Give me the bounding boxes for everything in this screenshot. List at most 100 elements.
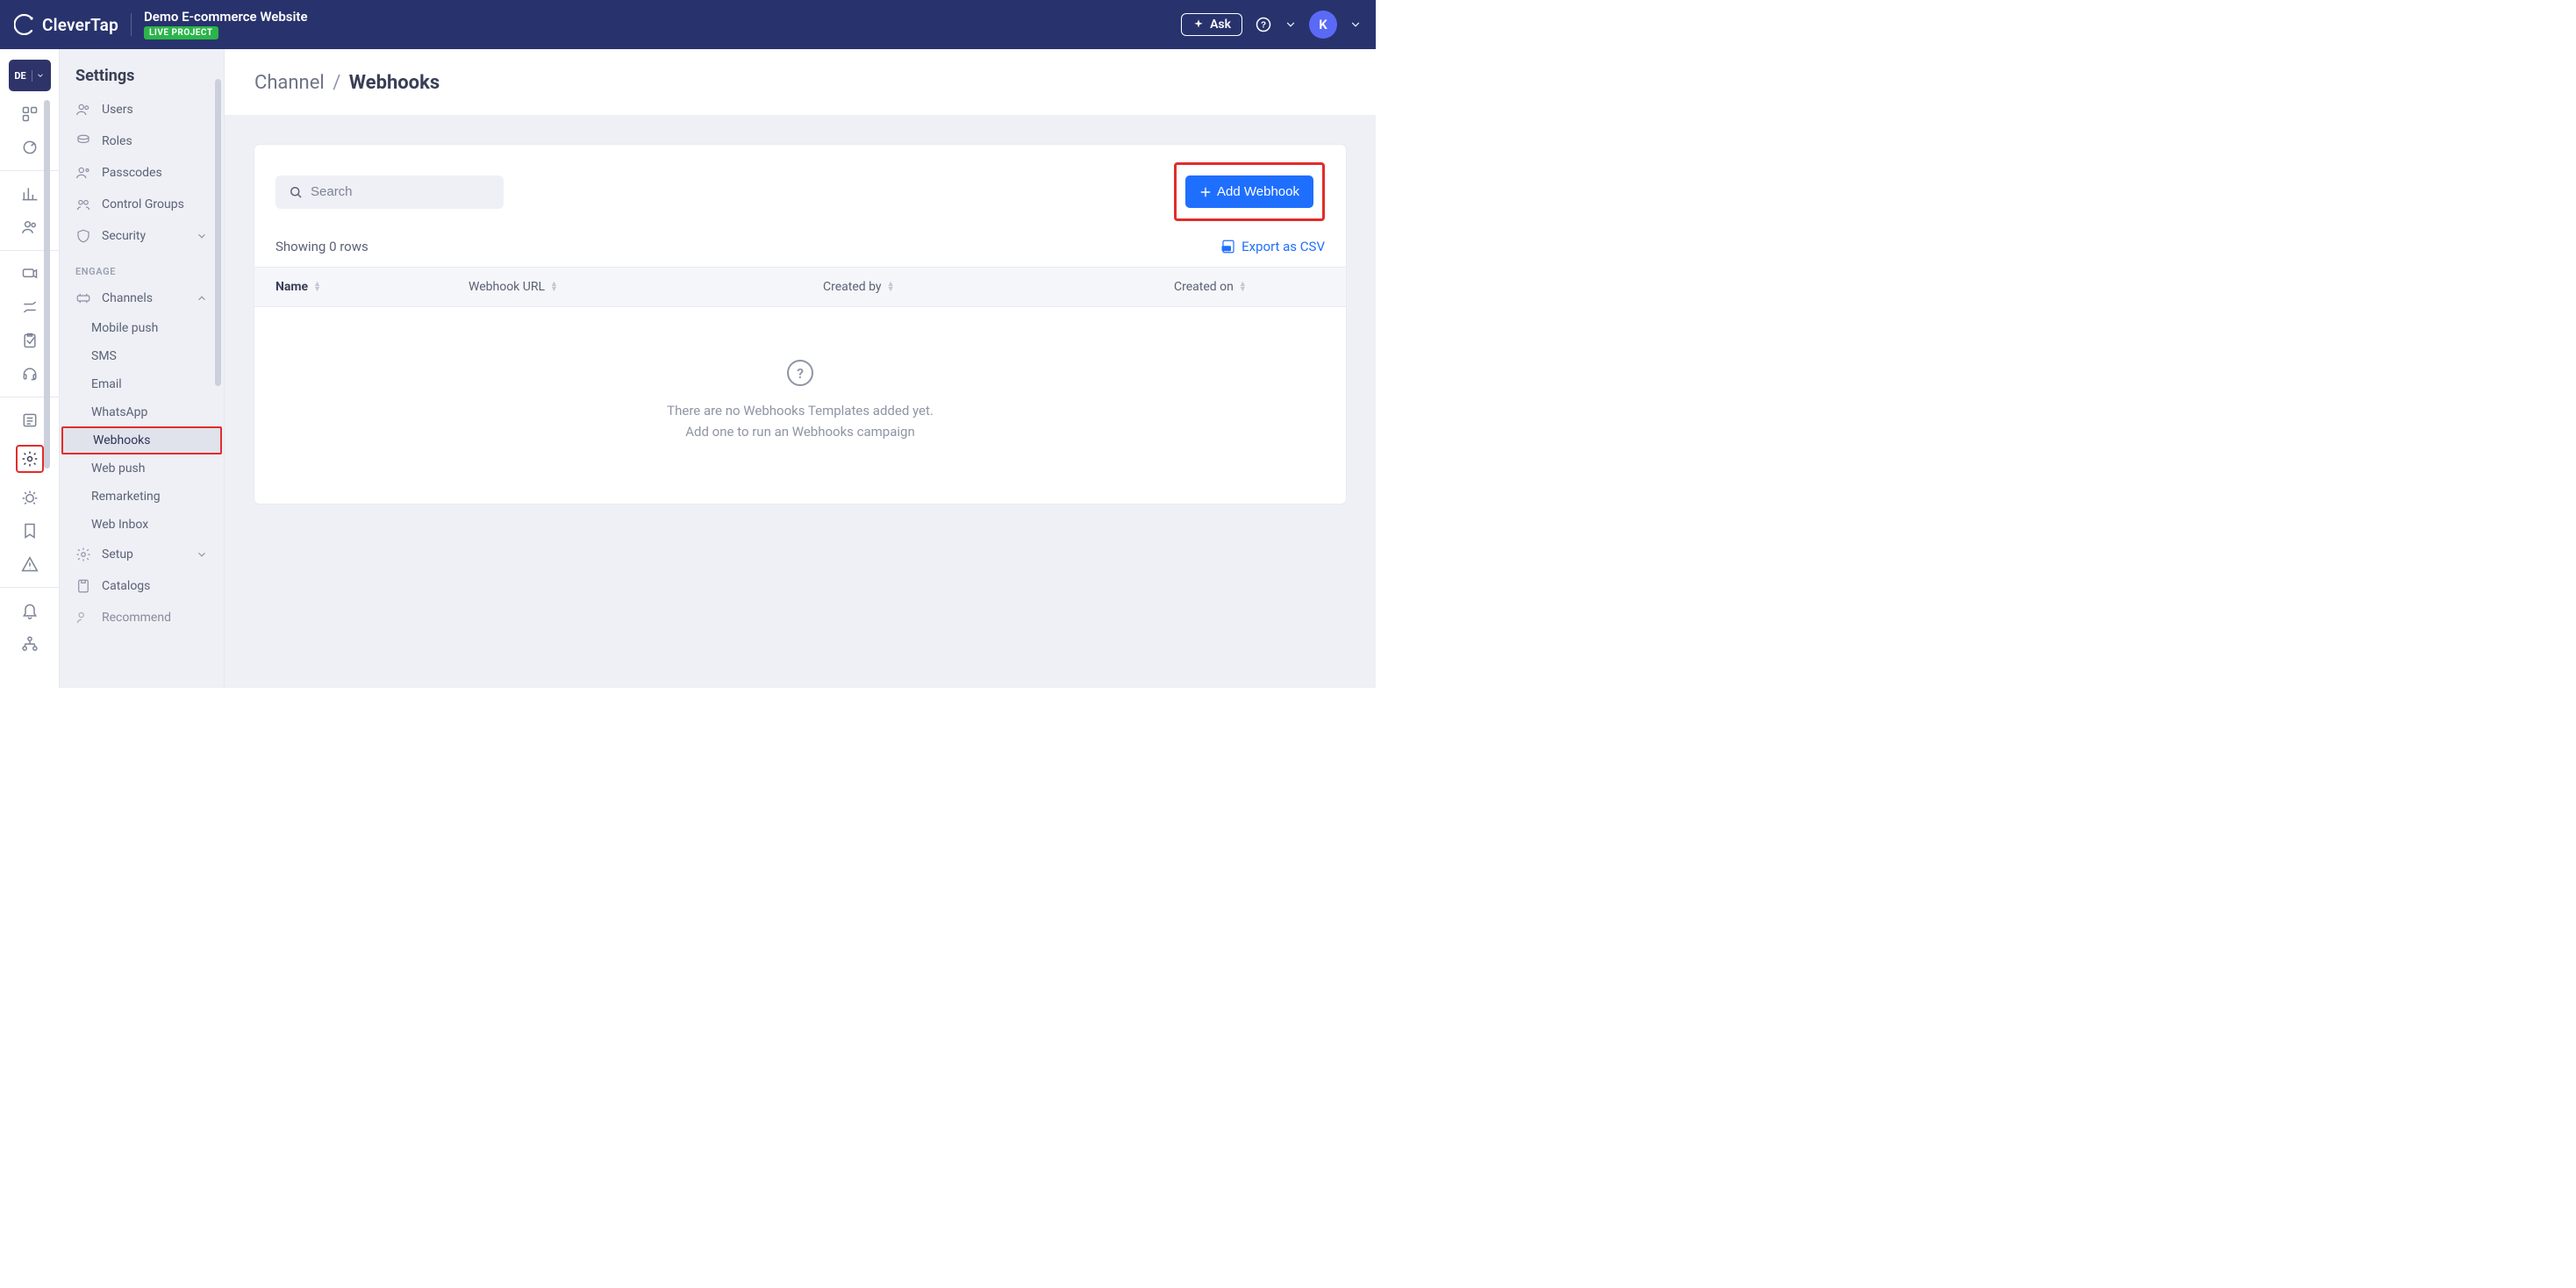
sidebar-item-roles[interactable]: Roles <box>60 125 224 157</box>
settings-sidebar: Settings Users Roles Passcodes Control G… <box>60 49 225 688</box>
avatar-chevron-icon[interactable] <box>1349 18 1362 31</box>
bell-icon[interactable] <box>21 602 39 619</box>
bookmark-icon[interactable] <box>21 522 39 540</box>
settings-rail-highlight <box>16 445 44 473</box>
segments-icon[interactable] <box>21 218 39 236</box>
column-url[interactable]: Webhook URL ▲▼ <box>447 268 802 306</box>
add-webhook-button[interactable]: Add Webhook <box>1185 175 1313 208</box>
sidebar-scrollbar[interactable] <box>215 79 221 386</box>
webhooks-card: Add Webhook Showing 0 rows CSV Export as… <box>254 145 1346 504</box>
sidebar-sub-sms[interactable]: SMS <box>60 342 224 370</box>
export-csv-label: Export as CSV <box>1241 239 1325 254</box>
search-icon <box>288 184 304 200</box>
control-groups-icon <box>75 197 91 212</box>
alert-icon[interactable] <box>21 555 39 573</box>
sidebar-item-label: Recommend <box>102 611 171 625</box>
passcodes-icon <box>75 165 91 181</box>
brand-logo[interactable]: CleverTap <box>14 14 118 35</box>
column-label: Name <box>275 280 308 294</box>
empty-line-1: There are no Webhooks Templates added ye… <box>254 400 1346 421</box>
sort-icon: ▲▼ <box>550 282 558 292</box>
ask-label: Ask <box>1210 18 1231 32</box>
export-csv-link[interactable]: CSV Export as CSV <box>1220 239 1325 254</box>
chevron-down-icon <box>196 230 208 242</box>
sidebar-sub-mobile-push[interactable]: Mobile push <box>60 314 224 342</box>
sidebar-item-setup[interactable]: Setup <box>60 539 224 570</box>
sidebar-item-passcodes[interactable]: Passcodes <box>60 157 224 189</box>
search-input[interactable] <box>311 184 491 199</box>
sidebar-item-label: Catalogs <box>102 579 150 593</box>
sidebar-item-recommend[interactable]: Recommend <box>60 602 224 633</box>
sidebar-sub-web-inbox[interactable]: Web Inbox <box>60 511 224 539</box>
catalogs-icon <box>75 578 91 594</box>
roles-icon <box>75 133 91 149</box>
sidebar-section-engage: ENGAGE <box>60 252 224 283</box>
chevron-down-icon <box>32 71 48 80</box>
sort-icon: ▲▼ <box>313 282 321 292</box>
sidebar-sub-webhooks[interactable]: Webhooks <box>61 426 222 454</box>
avatar-initial: K <box>1319 17 1327 32</box>
sort-icon: ▲▼ <box>1239 282 1247 292</box>
sidebar-item-users[interactable]: Users <box>60 94 224 125</box>
sidebar-sub-web-push[interactable]: Web push <box>60 454 224 483</box>
help-icon[interactable]: ? <box>1255 16 1272 33</box>
sidebar-item-label: Users <box>102 103 133 117</box>
showing-rows: Showing 0 rows <box>275 239 369 254</box>
question-icon: ? <box>787 360 813 386</box>
shield-icon <box>75 228 91 244</box>
chevron-up-icon <box>196 292 208 304</box>
rail-scrollbar[interactable] <box>44 100 50 469</box>
divider <box>131 13 132 36</box>
debug-icon[interactable] <box>21 489 39 506</box>
breadcrumb-separator: / <box>333 72 340 94</box>
analytics-icon[interactable] <box>21 185 39 203</box>
sort-icon: ▲▼ <box>887 282 895 292</box>
recommend-icon <box>75 610 91 626</box>
journeys-icon[interactable] <box>21 298 39 316</box>
live-badge: LIVE PROJECT <box>144 26 218 39</box>
chevron-down-icon <box>196 548 208 561</box>
empty-state: ? There are no Webhooks Templates added … <box>254 307 1346 504</box>
content-icon[interactable] <box>21 411 39 429</box>
sidebar-item-security[interactable]: Security <box>60 220 224 252</box>
headset-icon[interactable] <box>21 365 39 383</box>
clipboard-icon[interactable] <box>21 332 39 349</box>
project-code-switcher[interactable]: DE <box>9 60 51 91</box>
project-title: Demo E-commerce Website <box>144 10 308 25</box>
sidebar-sub-remarketing[interactable]: Remarketing <box>60 483 224 511</box>
sparkle-icon <box>1192 18 1205 31</box>
project-selector[interactable]: Demo E-commerce Website LIVE PROJECT <box>144 10 308 40</box>
search-field[interactable] <box>275 175 504 209</box>
gear-icon <box>75 547 91 562</box>
breadcrumb-parent[interactable]: Channel <box>254 72 325 94</box>
target-icon[interactable] <box>21 139 39 156</box>
plus-icon <box>1199 186 1212 198</box>
sidebar-sub-whatsapp[interactable]: WhatsApp <box>60 398 224 426</box>
sidebar-item-label: Setup <box>102 547 133 562</box>
sidebar-item-catalogs[interactable]: Catalogs <box>60 570 224 602</box>
add-webhook-label: Add Webhook <box>1217 184 1299 199</box>
svg-text:CSV: CSV <box>1222 247 1230 251</box>
boards-icon[interactable] <box>21 105 39 123</box>
org-icon[interactable] <box>21 635 39 653</box>
column-created-by[interactable]: Created by ▲▼ <box>802 268 1153 306</box>
sidebar-item-label: Control Groups <box>102 197 184 211</box>
main-content: Channel / Webhooks Add Webhook <box>225 49 1376 688</box>
ask-button[interactable]: Ask <box>1181 13 1242 36</box>
column-label: Webhook URL <box>469 280 545 294</box>
chevron-down-icon[interactable] <box>1284 18 1297 31</box>
column-created-on[interactable]: Created on ▲▼ <box>1153 268 1346 306</box>
column-name[interactable]: Name ▲▼ <box>254 268 447 306</box>
gear-icon[interactable] <box>21 450 39 468</box>
brand-swoosh-icon <box>14 14 35 35</box>
brand-name: CleverTap <box>42 15 118 35</box>
avatar[interactable]: K <box>1309 11 1337 39</box>
top-nav: CleverTap Demo E-commerce Website LIVE P… <box>0 0 1376 49</box>
sidebar-item-label: Channels <box>102 291 153 305</box>
campaigns-icon[interactable] <box>21 265 39 283</box>
sidebar-item-control-groups[interactable]: Control Groups <box>60 189 224 220</box>
sidebar-item-channels[interactable]: Channels <box>60 283 224 314</box>
breadcrumb: Channel / Webhooks <box>225 49 1376 115</box>
users-icon <box>75 102 91 118</box>
sidebar-sub-email[interactable]: Email <box>60 370 224 398</box>
